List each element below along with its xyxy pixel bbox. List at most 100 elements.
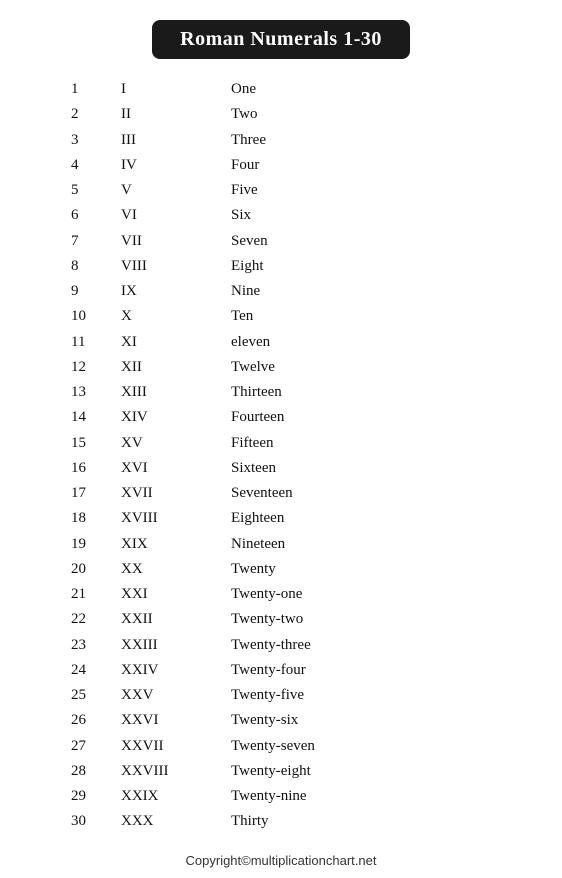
cell-number: 22 (41, 608, 121, 631)
cell-word: Twenty-nine (231, 785, 521, 808)
cell-number: 16 (41, 457, 121, 480)
cell-roman: XII (121, 356, 231, 379)
table-row: 14XIVFourteen (41, 405, 521, 430)
cell-word: Twenty-five (231, 684, 521, 707)
cell-number: 2 (41, 103, 121, 126)
table-row: 16XVISixteen (41, 456, 521, 481)
cell-roman: IX (121, 280, 231, 303)
cell-roman: VIII (121, 255, 231, 278)
cell-roman: VI (121, 204, 231, 227)
cell-number: 21 (41, 583, 121, 606)
cell-word: One (231, 78, 521, 101)
cell-number: 11 (41, 331, 121, 354)
cell-word: Sixteen (231, 457, 521, 480)
cell-number: 12 (41, 356, 121, 379)
cell-roman: XV (121, 432, 231, 455)
table-row: 13XIIIThirteen (41, 380, 521, 405)
table-row: 30XXXThirty (41, 809, 521, 834)
table-row: 2IITwo (41, 102, 521, 127)
cell-number: 20 (41, 558, 121, 581)
cell-roman: XXX (121, 810, 231, 833)
cell-number: 4 (41, 154, 121, 177)
cell-number: 28 (41, 760, 121, 783)
cell-number: 1 (41, 78, 121, 101)
cell-word: Ten (231, 305, 521, 328)
cell-roman: VII (121, 230, 231, 253)
cell-word: Five (231, 179, 521, 202)
cell-number: 25 (41, 684, 121, 707)
cell-word: Two (231, 103, 521, 126)
table-row: 9IXNine (41, 279, 521, 304)
cell-roman: I (121, 78, 231, 101)
cell-word: Eighteen (231, 507, 521, 530)
table-row: 17XVIISeventeen (41, 481, 521, 506)
cell-word: Twenty-six (231, 709, 521, 732)
table-row: 1IOne (41, 77, 521, 102)
table-row: 12XIITwelve (41, 355, 521, 380)
cell-word: Eight (231, 255, 521, 278)
table-row: 24XXIVTwenty-four (41, 658, 521, 683)
page-title: Roman Numerals 1-30 (152, 20, 410, 59)
cell-word: Seventeen (231, 482, 521, 505)
cell-roman: XX (121, 558, 231, 581)
cell-word: Seven (231, 230, 521, 253)
table-row: 5VFive (41, 178, 521, 203)
table-row: 4IVFour (41, 153, 521, 178)
cell-number: 26 (41, 709, 121, 732)
table-row: 7VIISeven (41, 229, 521, 254)
cell-roman: III (121, 129, 231, 152)
cell-word: Fifteen (231, 432, 521, 455)
cell-word: Thirteen (231, 381, 521, 404)
cell-roman: XXVIII (121, 760, 231, 783)
cell-number: 3 (41, 129, 121, 152)
cell-word: Twenty-one (231, 583, 521, 606)
table-row: 27XXVIITwenty-seven (41, 734, 521, 759)
cell-number: 15 (41, 432, 121, 455)
cell-number: 6 (41, 204, 121, 227)
cell-roman: XXV (121, 684, 231, 707)
table-row: 29XXIXTwenty-nine (41, 784, 521, 809)
cell-number: 19 (41, 533, 121, 556)
cell-word: eleven (231, 331, 521, 354)
table-row: 23XXIIITwenty-three (41, 633, 521, 658)
cell-roman: II (121, 103, 231, 126)
cell-roman: X (121, 305, 231, 328)
cell-number: 10 (41, 305, 121, 328)
cell-word: Twenty-eight (231, 760, 521, 783)
cell-roman: XVI (121, 457, 231, 480)
cell-number: 18 (41, 507, 121, 530)
cell-roman: XXIII (121, 634, 231, 657)
cell-roman: XXVII (121, 735, 231, 758)
cell-number: 27 (41, 735, 121, 758)
cell-word: Nine (231, 280, 521, 303)
cell-number: 8 (41, 255, 121, 278)
cell-roman: XXIV (121, 659, 231, 682)
table-row: 15XVFifteen (41, 431, 521, 456)
cell-roman: V (121, 179, 231, 202)
cell-roman: XVIII (121, 507, 231, 530)
cell-roman: XVII (121, 482, 231, 505)
cell-number: 9 (41, 280, 121, 303)
cell-roman: XXI (121, 583, 231, 606)
table-row: 6VISix (41, 203, 521, 228)
table-row: 26XXVITwenty-six (41, 708, 521, 733)
table-row: 28XXVIIITwenty-eight (41, 759, 521, 784)
table-row: 8VIIIEight (41, 254, 521, 279)
cell-word: Twenty-seven (231, 735, 521, 758)
cell-roman: IV (121, 154, 231, 177)
cell-number: 5 (41, 179, 121, 202)
cell-number: 14 (41, 406, 121, 429)
table-row: 21XXITwenty-one (41, 582, 521, 607)
cell-roman: XXIX (121, 785, 231, 808)
table-row: 22XXIITwenty-two (41, 607, 521, 632)
cell-word: Six (231, 204, 521, 227)
table-row: 25XXVTwenty-five (41, 683, 521, 708)
cell-word: Nineteen (231, 533, 521, 556)
table-row: 20XXTwenty (41, 557, 521, 582)
table-row: 3IIIThree (41, 128, 521, 153)
table-row: 11XIeleven (41, 330, 521, 355)
cell-number: 24 (41, 659, 121, 682)
cell-number: 13 (41, 381, 121, 404)
cell-word: Thirty (231, 810, 521, 833)
table-row: 18XVIIIEighteen (41, 506, 521, 531)
